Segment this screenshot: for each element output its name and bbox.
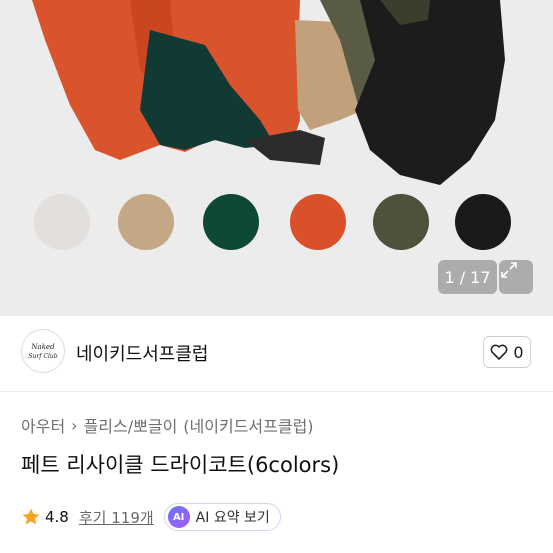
shop-logo-mark: Naked Surf Club: [28, 343, 57, 360]
star-icon: [22, 508, 40, 525]
rating-value: 4.8: [45, 508, 69, 526]
expand-icon: [501, 262, 517, 278]
rating-row: 4.8 후기 119개 AI AI 요약 보기: [21, 503, 281, 531]
shop-row[interactable]: Naked Surf Club 네이키드서프클럽 0: [0, 316, 553, 392]
swatch-green[interactable]: [203, 194, 259, 250]
swatch-black[interactable]: [455, 194, 511, 250]
ai-summary-label: AI 요약 보기: [195, 510, 270, 526]
ai-summary-button[interactable]: AI AI 요약 보기: [163, 503, 281, 531]
swatch-khaki[interactable]: [373, 194, 429, 250]
swatch-orange[interactable]: [290, 194, 346, 250]
like-button[interactable]: 0: [483, 336, 531, 368]
breadcrumb-item-brand[interactable]: (네이키드서프클럽): [183, 413, 313, 437]
shop-name[interactable]: 네이키드서프클럽: [76, 340, 208, 366]
heart-icon: [490, 344, 508, 360]
expand-button[interactable]: [499, 260, 533, 294]
product-image-gallery[interactable]: 1 / 17: [0, 0, 553, 316]
ai-icon: AI: [167, 506, 190, 528]
swatch-light-gray[interactable]: [34, 194, 90, 250]
breadcrumb: 아우터 › 플리스/뽀글이 (네이키드서프클럽): [21, 413, 314, 437]
reviews-link[interactable]: 후기 119개: [79, 507, 154, 528]
image-counter: 1 / 17: [438, 260, 497, 294]
svg-text:Naked: Naked: [30, 343, 55, 351]
svg-text:Surf Club: Surf Club: [28, 353, 57, 360]
like-count: 0: [513, 342, 524, 362]
chevron-right-icon: ›: [71, 415, 78, 435]
product-title: 페트 리사이클 드라이코트(6colors): [21, 453, 340, 477]
breadcrumb-item-outer[interactable]: 아우터: [21, 413, 65, 437]
shop-logo[interactable]: Naked Surf Club: [21, 329, 65, 373]
swatch-beige[interactable]: [118, 194, 174, 250]
breadcrumb-item-fleece[interactable]: 플리스/뽀글이: [84, 413, 178, 437]
